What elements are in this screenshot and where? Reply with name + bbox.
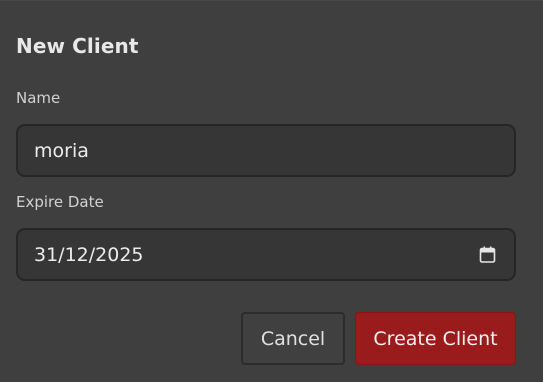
dialog-title: New Client xyxy=(16,34,139,58)
create-client-button-label: Create Client xyxy=(373,327,498,350)
cancel-button-label: Cancel xyxy=(260,327,326,350)
expire-date-label: Expire Date xyxy=(16,193,104,211)
expire-date-value: 31/12/2025 xyxy=(34,243,144,266)
cancel-button[interactable]: Cancel xyxy=(241,312,345,365)
name-input[interactable]: moria xyxy=(16,124,516,177)
calendar-icon[interactable] xyxy=(479,246,496,263)
new-client-dialog: New Client Name moria Expire Date 31/12/… xyxy=(0,0,543,382)
name-label: Name xyxy=(16,89,61,107)
create-client-button[interactable]: Create Client xyxy=(355,312,516,365)
name-input-value: moria xyxy=(34,139,89,162)
expire-date-input[interactable]: 31/12/2025 xyxy=(16,228,516,281)
